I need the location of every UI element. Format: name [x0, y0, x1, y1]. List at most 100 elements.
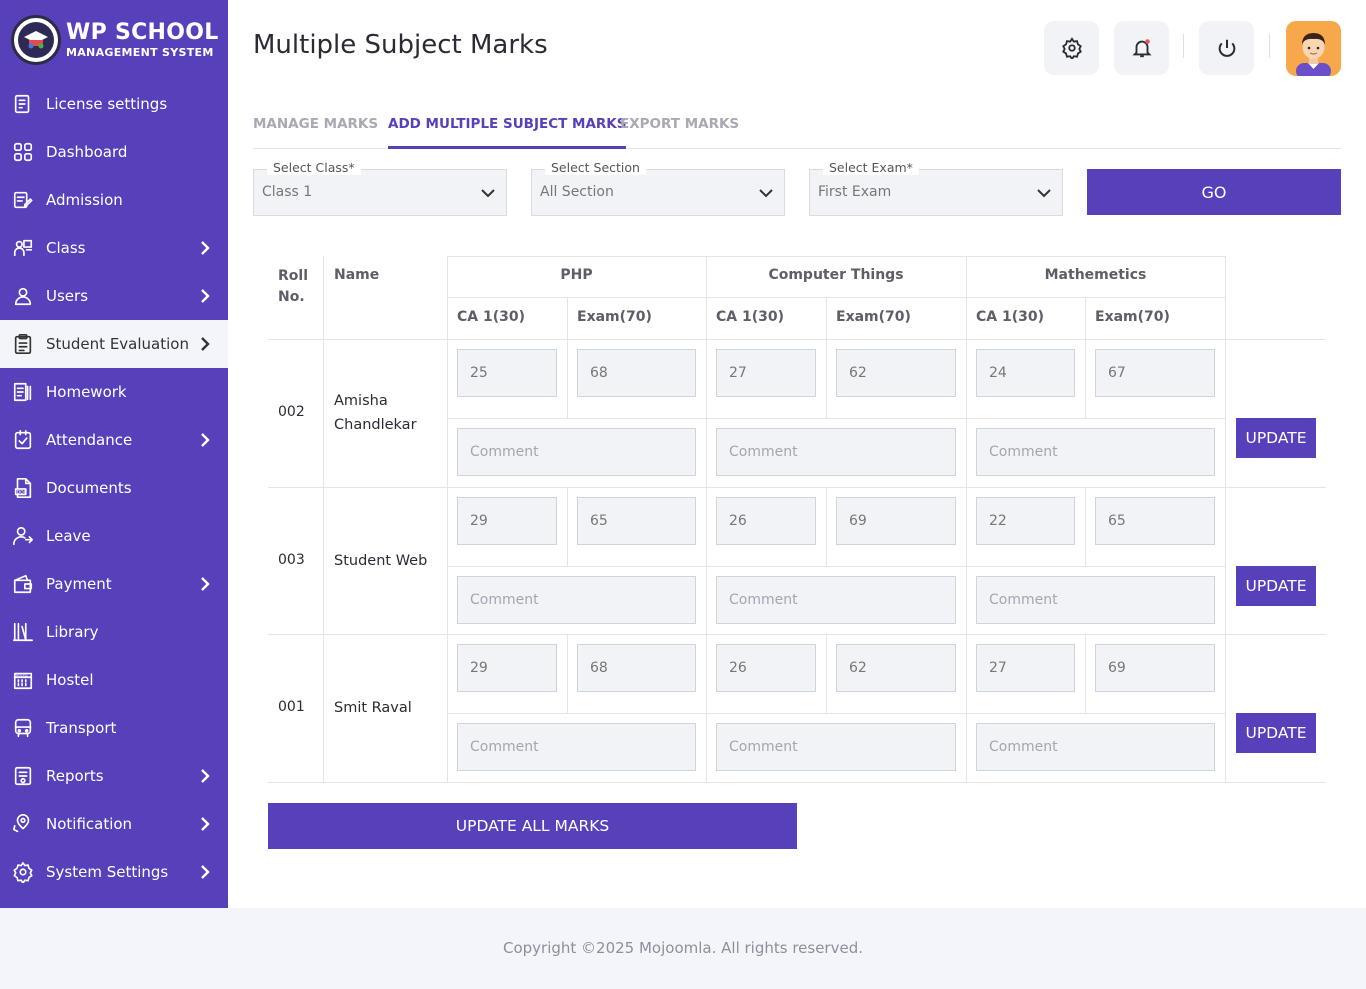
student-name: Smit Raval — [334, 700, 412, 716]
sidebar-item-library[interactable]: Library — [0, 608, 228, 656]
tab-export-marks[interactable]: EXPORT MARKS — [620, 112, 739, 149]
settings-button[interactable] — [1044, 21, 1099, 75]
sidebar-item-payment[interactable]: Payment — [0, 560, 228, 608]
comment-input[interactable]: Comment — [976, 428, 1215, 476]
chevron-right-icon — [201, 337, 210, 351]
license-icon — [12, 93, 34, 115]
chevron-down-icon — [759, 189, 773, 198]
exam-mark-input[interactable]: 67 — [1095, 349, 1215, 397]
exam-mark-input[interactable]: 68 — [577, 349, 696, 397]
update-all-marks-button[interactable]: UPDATE ALL MARKS — [268, 803, 797, 849]
ca-mark-input[interactable]: 29 — [457, 644, 557, 692]
sidebar-item-class[interactable]: Class — [0, 224, 228, 272]
brand-subtitle: MANAGEMENT SYSTEM — [66, 46, 214, 59]
roll-no-header: Roll No. — [278, 268, 308, 305]
sidebar-item-student-evaluation[interactable]: Student Evaluation — [0, 320, 228, 368]
section-select[interactable]: Select Section All Section — [531, 160, 785, 216]
update-row-button[interactable]: UPDATE — [1236, 418, 1316, 458]
table-border — [447, 256, 1225, 257]
avatar[interactable] — [1286, 21, 1341, 76]
notifications-button[interactable] — [1114, 21, 1169, 75]
comment-input[interactable]: Comment — [716, 576, 956, 624]
comment-input[interactable]: Comment — [457, 428, 696, 476]
brand-logo[interactable]: WP SCHOOL MANAGEMENT SYSTEM — [0, 0, 228, 80]
comment-input[interactable]: Comment — [716, 428, 956, 476]
sidebar-item-dashboard[interactable]: Dashboard — [0, 128, 228, 176]
sidebar-item-label: Attendance — [46, 431, 133, 449]
table-border — [567, 487, 568, 566]
table-border — [567, 339, 568, 418]
sidebar-item-license-settings[interactable]: License settings — [0, 80, 228, 128]
comment-input[interactable]: Comment — [457, 723, 696, 771]
bus-icon — [12, 717, 34, 739]
ca-mark-input[interactable]: 26 — [716, 497, 816, 545]
sidebar-item-label: Users — [46, 287, 89, 305]
evaluation-clipboard-icon — [12, 333, 34, 355]
user-icon — [12, 285, 34, 307]
sidebar-item-label: Documents — [46, 479, 132, 497]
exam-select-value: First Exam — [818, 184, 892, 200]
exam-mark-input[interactable]: 65 — [577, 497, 696, 545]
ca-mark-input[interactable]: 24 — [976, 349, 1075, 397]
homework-icon — [12, 381, 34, 403]
chevron-right-icon — [201, 433, 210, 447]
sidebar-item-label: Notification — [46, 815, 133, 833]
exam-mark-input[interactable]: 69 — [836, 497, 956, 545]
exam-mark-input[interactable]: 68 — [577, 644, 696, 692]
sidebar-item-system-settings[interactable]: System Settings — [0, 848, 228, 896]
sidebar-item-users[interactable]: Users — [0, 272, 228, 320]
sidebar-item-documents[interactable]: DOC Documents — [0, 464, 228, 512]
sidebar-item-leave[interactable]: Leave — [0, 512, 228, 560]
sidebar-item-hostel[interactable]: HOSTEL Hostel — [0, 656, 228, 704]
table-border — [1085, 487, 1086, 566]
table-border — [966, 256, 967, 783]
class-select-value: Class 1 — [262, 184, 313, 200]
chevron-right-icon — [201, 865, 210, 879]
tabs: MANAGE MARKS ADD MULTIPLE SUBJECT MARKS … — [253, 112, 1341, 149]
marks-table: Roll No. Name PHP CA 1(30) Exam(70) Computer … — [268, 256, 1326, 783]
exam-mark-input[interactable]: 62 — [836, 349, 956, 397]
tab-manage-marks[interactable]: MANAGE MARKS — [253, 112, 378, 149]
table-border — [1225, 256, 1226, 783]
sidebar-item-homework[interactable]: Homework — [0, 368, 228, 416]
table-border — [447, 713, 1225, 714]
table-border — [826, 339, 827, 418]
chevron-right-icon — [201, 769, 210, 783]
ca-mark-input[interactable]: 25 — [457, 349, 557, 397]
logout-button[interactable] — [1199, 21, 1254, 75]
class-select-label: Select Class* — [267, 160, 361, 175]
class-select[interactable]: Select Class* Class 1 — [253, 160, 507, 216]
user-avatar-icon — [1296, 33, 1331, 76]
update-row-button[interactable]: UPDATE — [1236, 713, 1316, 753]
svg-text:HOSTEL: HOSTEL — [16, 673, 29, 677]
sidebar-item-attendance[interactable]: Attendance — [0, 416, 228, 464]
go-button[interactable]: GO — [1087, 169, 1341, 215]
comment-input[interactable]: Comment — [716, 723, 956, 771]
comment-input[interactable]: Comment — [457, 576, 696, 624]
update-row-button[interactable]: UPDATE — [1236, 566, 1316, 606]
exam-mark-input[interactable]: 62 — [836, 644, 956, 692]
ca-column-header: CA 1(30) — [457, 309, 526, 325]
ca-mark-input[interactable]: 26 — [716, 644, 816, 692]
tab-add-multiple-subject-marks[interactable]: ADD MULTIPLE SUBJECT MARKS — [388, 112, 627, 149]
sidebar-item-notification[interactable]: Notification — [0, 800, 228, 848]
comment-input[interactable]: Comment — [976, 576, 1215, 624]
exam-mark-input[interactable]: 69 — [1095, 644, 1215, 692]
ca-mark-input[interactable]: 29 — [457, 497, 557, 545]
comment-input[interactable]: Comment — [976, 723, 1215, 771]
exam-select[interactable]: Select Exam* First Exam — [809, 160, 1063, 216]
table-border — [323, 256, 324, 783]
sidebar-item-reports[interactable]: Reports — [0, 752, 228, 800]
ca-mark-input[interactable]: 27 — [976, 644, 1075, 692]
sidebar-item-label: Homework — [46, 383, 127, 401]
sidebar-item-admission[interactable]: Admission — [0, 176, 228, 224]
sidebar-item-label: Class — [46, 239, 86, 257]
roll-number: 003 — [278, 551, 305, 568]
exam-mark-input[interactable]: 65 — [1095, 497, 1215, 545]
exam-column-header: Exam(70) — [1095, 309, 1170, 325]
ca-mark-input[interactable]: 27 — [716, 349, 816, 397]
table-border — [268, 782, 1326, 783]
sidebar-item-transport[interactable]: Transport — [0, 704, 228, 752]
ca-mark-input[interactable]: 22 — [976, 497, 1075, 545]
chevron-right-icon — [201, 241, 210, 255]
